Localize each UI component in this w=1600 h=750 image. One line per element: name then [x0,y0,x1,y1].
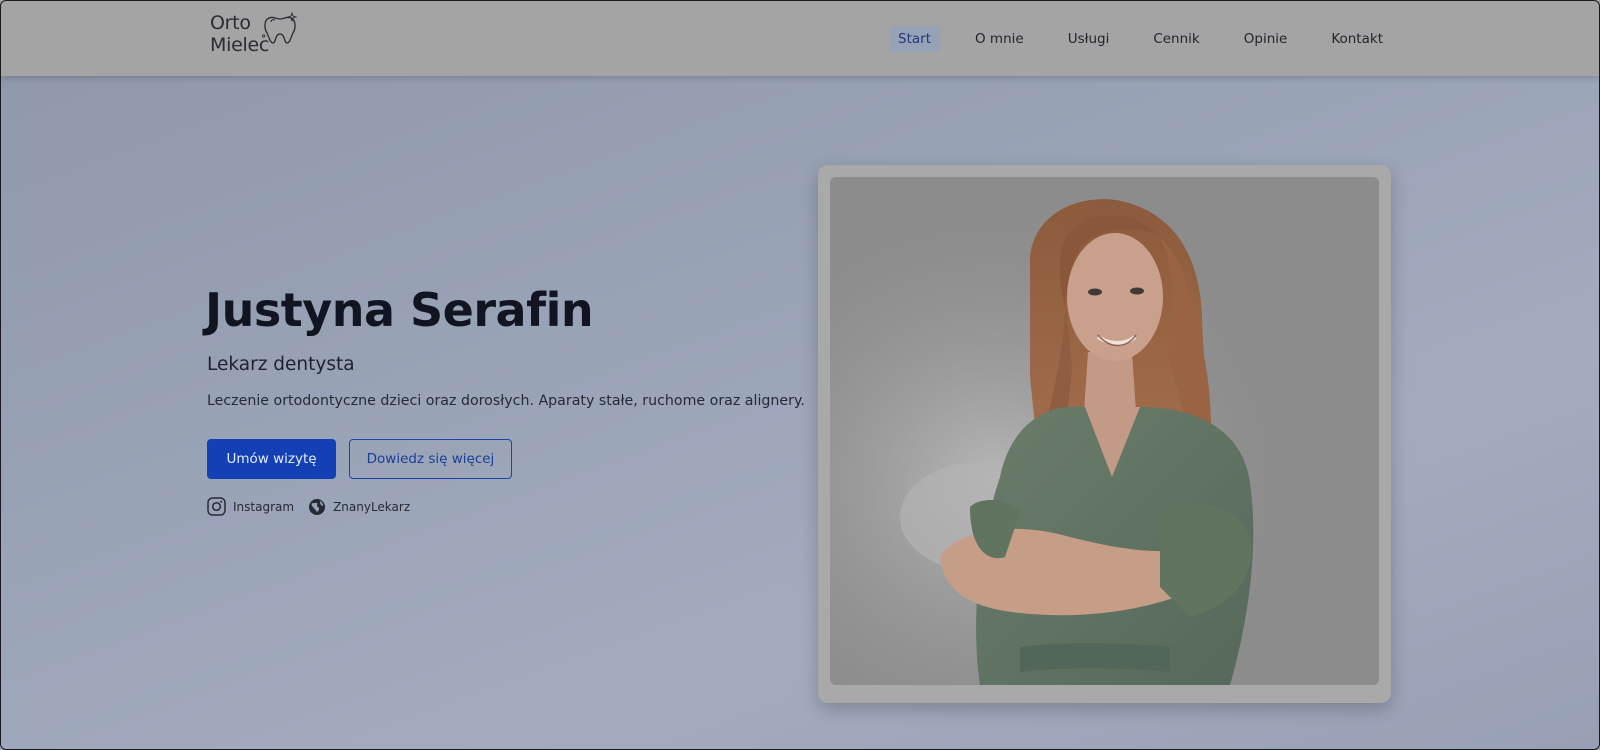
nav-item-start[interactable]: Start [889,26,940,52]
hero-description: Leczenie ortodontyczne dzieci oraz doros… [207,393,805,409]
hero-subtitle: Lekarz dentysta [207,354,355,375]
portrait-card [818,165,1391,703]
portrait-photo [830,177,1379,685]
logo-text: Orto Mielec [210,12,269,64]
instagram-label: Instagram [233,499,295,514]
tooth-icon [262,12,298,44]
book-appointment-button[interactable]: Umów wizytę [207,439,336,479]
social-links: Instagram ZnanyLekarz [207,497,424,516]
logo-line-1: Orto [210,12,251,34]
learn-more-button[interactable]: Dowiedz się więcej [349,439,512,479]
nav-item-opinie[interactable]: Opinie [1235,26,1297,52]
logo-line-2: Mielec [210,34,269,56]
hero-title: Justyna Serafin [205,283,594,337]
logo[interactable]: Orto Mielec [210,12,300,64]
znanylekarz-label: ZnanyLekarz [333,499,411,514]
portrait-illustration [830,177,1379,685]
main-nav: Start O mnie Usługi Cennik Opinie Kontak… [863,26,1392,52]
globe-icon [309,498,326,515]
znanylekarz-link[interactable]: ZnanyLekarz [308,498,410,516]
instagram-link[interactable]: Instagram [207,497,294,516]
nav-item-cennik[interactable]: Cennik [1144,26,1208,52]
nav-item-uslugi[interactable]: Usługi [1059,26,1119,52]
nav-item-kontakt[interactable]: Kontakt [1322,26,1392,52]
nav-item-o-mnie[interactable]: O mnie [966,26,1033,52]
site-header: Orto Mielec Start O mnie Usługi Cennik O… [0,0,1600,76]
instagram-icon [207,497,226,516]
